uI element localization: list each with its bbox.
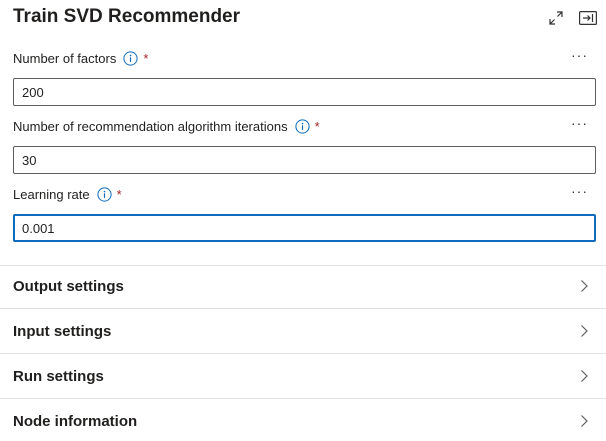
chevron-right-icon [576,323,592,339]
divider [0,398,606,399]
train-svd-recommender-panel: Train SVD Recommender Number of factors … [0,0,606,441]
required-marker: * [116,187,122,202]
panel-title: Train SVD Recommender [13,6,241,27]
section-label: Output settings [13,278,124,295]
field-label: Number of recommendation algorithm itera… [13,119,288,134]
field-number-of-factors: Number of factors * ··· [13,47,596,109]
chevron-right-icon [576,368,592,384]
field-label: Learning rate [13,187,90,202]
section-run-settings[interactable]: Run settings [13,355,592,399]
info-icon[interactable] [294,119,310,134]
field-recommendation-iterations: Number of recommendation algorithm itera… [13,115,596,177]
required-marker: * [314,119,320,134]
field-label: Number of factors [13,51,117,66]
chevron-right-icon [576,278,592,294]
section-output-settings[interactable]: Output settings [13,265,592,309]
info-icon[interactable] [97,187,112,202]
section-label: Node information [13,413,138,430]
number-of-factors-input[interactable] [13,78,596,106]
more-options-button[interactable]: ··· [571,183,588,199]
section-node-information[interactable]: Node information [13,400,592,441]
more-options-button[interactable]: ··· [571,47,588,63]
section-label: Run settings [13,368,104,385]
close-panel-icon[interactable] [578,8,598,28]
section-input-settings[interactable]: Input settings [13,310,592,354]
divider [0,353,606,354]
divider [0,308,606,309]
iterations-input[interactable] [13,146,596,174]
more-options-button[interactable]: ··· [571,115,588,131]
panel-header: Train SVD Recommender [13,4,598,32]
field-learning-rate: Learning rate * ··· [13,183,596,245]
required-marker: * [143,51,149,66]
info-icon[interactable] [123,51,138,66]
learning-rate-input[interactable] [13,214,596,242]
expand-diagonal-icon[interactable] [546,8,566,28]
header-actions [546,8,598,28]
section-label: Input settings [13,323,112,340]
chevron-right-icon [576,413,592,429]
